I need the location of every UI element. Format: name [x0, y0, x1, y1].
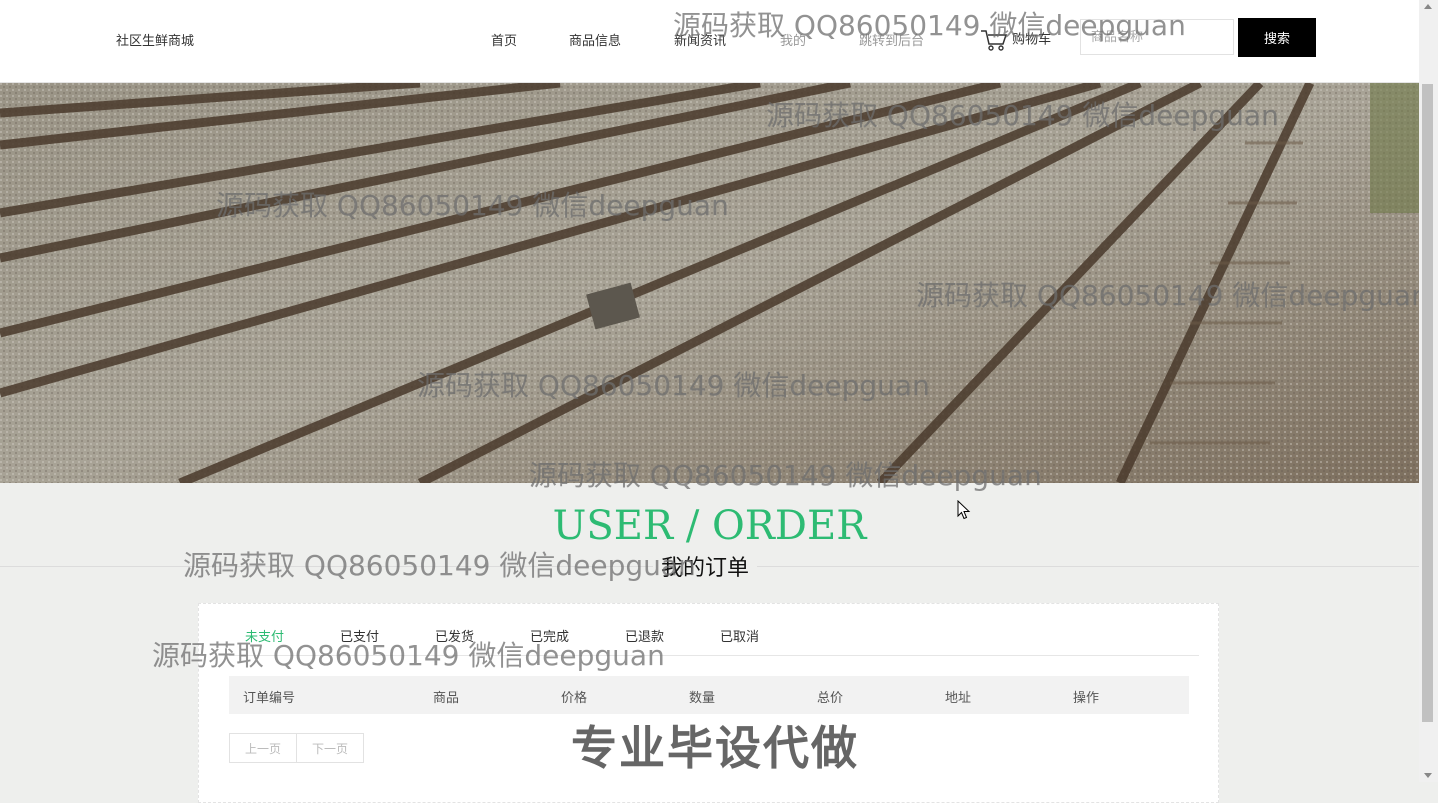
nav-item-home[interactable]: 首页	[491, 30, 517, 49]
column-header: 数量	[689, 691, 716, 706]
order-panel: 未支付 已支付 已发货 已完成 已退款 已取消 订单编号 商品 价格 数量 总价…	[198, 603, 1219, 803]
search-button[interactable]: 搜索	[1238, 18, 1316, 57]
nav-item-admin[interactable]: 跳转到后台	[859, 30, 924, 49]
tab-paid[interactable]: 已支付	[340, 626, 379, 645]
top-header: 社区生鲜商城 首页 商品信息 新闻资讯 我的 跳转到后台 购物车 搜索	[0, 0, 1419, 83]
column-header: 订单编号	[243, 691, 296, 706]
column-header: 商品	[433, 691, 460, 706]
scroll-up-arrow-icon[interactable]	[1424, 4, 1432, 9]
tab-shipped[interactable]: 已发货	[435, 626, 474, 645]
nav-item-mine[interactable]: 我的	[780, 30, 806, 49]
mouse-cursor-icon	[957, 500, 971, 520]
cart-link[interactable]: 购物车	[980, 28, 1051, 52]
section-title: USER / ORDER	[552, 503, 867, 549]
cart-icon	[981, 30, 1008, 51]
tab-completed[interactable]: 已完成	[530, 626, 569, 645]
scrollbar-thumb[interactable]	[1422, 84, 1433, 722]
section-subtitle: 我的订单	[653, 550, 758, 582]
column-header: 地址	[945, 691, 972, 706]
search-input[interactable]	[1080, 19, 1234, 55]
hero-banner	[0, 83, 1419, 483]
order-table-header: 订单编号 商品 价格 数量 总价 地址 操作	[229, 676, 1189, 714]
tab-unpaid[interactable]: 未支付	[245, 626, 284, 645]
nav-item-products[interactable]: 商品信息	[569, 30, 621, 49]
column-header: 价格	[561, 691, 588, 706]
nav-item-news[interactable]: 新闻资讯	[674, 30, 726, 49]
railway-banner-image	[0, 83, 1419, 483]
tab-refunded[interactable]: 已退款	[625, 626, 664, 645]
scroll-down-arrow-icon[interactable]	[1424, 773, 1432, 778]
cart-label: 购物车	[1012, 32, 1052, 48]
tab-cancelled[interactable]: 已取消	[720, 626, 759, 645]
watermark-text: 源码获取 QQ86050149 微信deepguan	[183, 549, 696, 582]
tab-divider	[229, 655, 1199, 656]
column-header: 总价	[817, 691, 844, 706]
column-header: 操作	[1073, 691, 1100, 706]
next-page-button[interactable]: 下一页	[296, 733, 364, 763]
prev-page-button[interactable]: 上一页	[229, 733, 297, 763]
site-brand[interactable]: 社区生鲜商城	[116, 30, 194, 49]
